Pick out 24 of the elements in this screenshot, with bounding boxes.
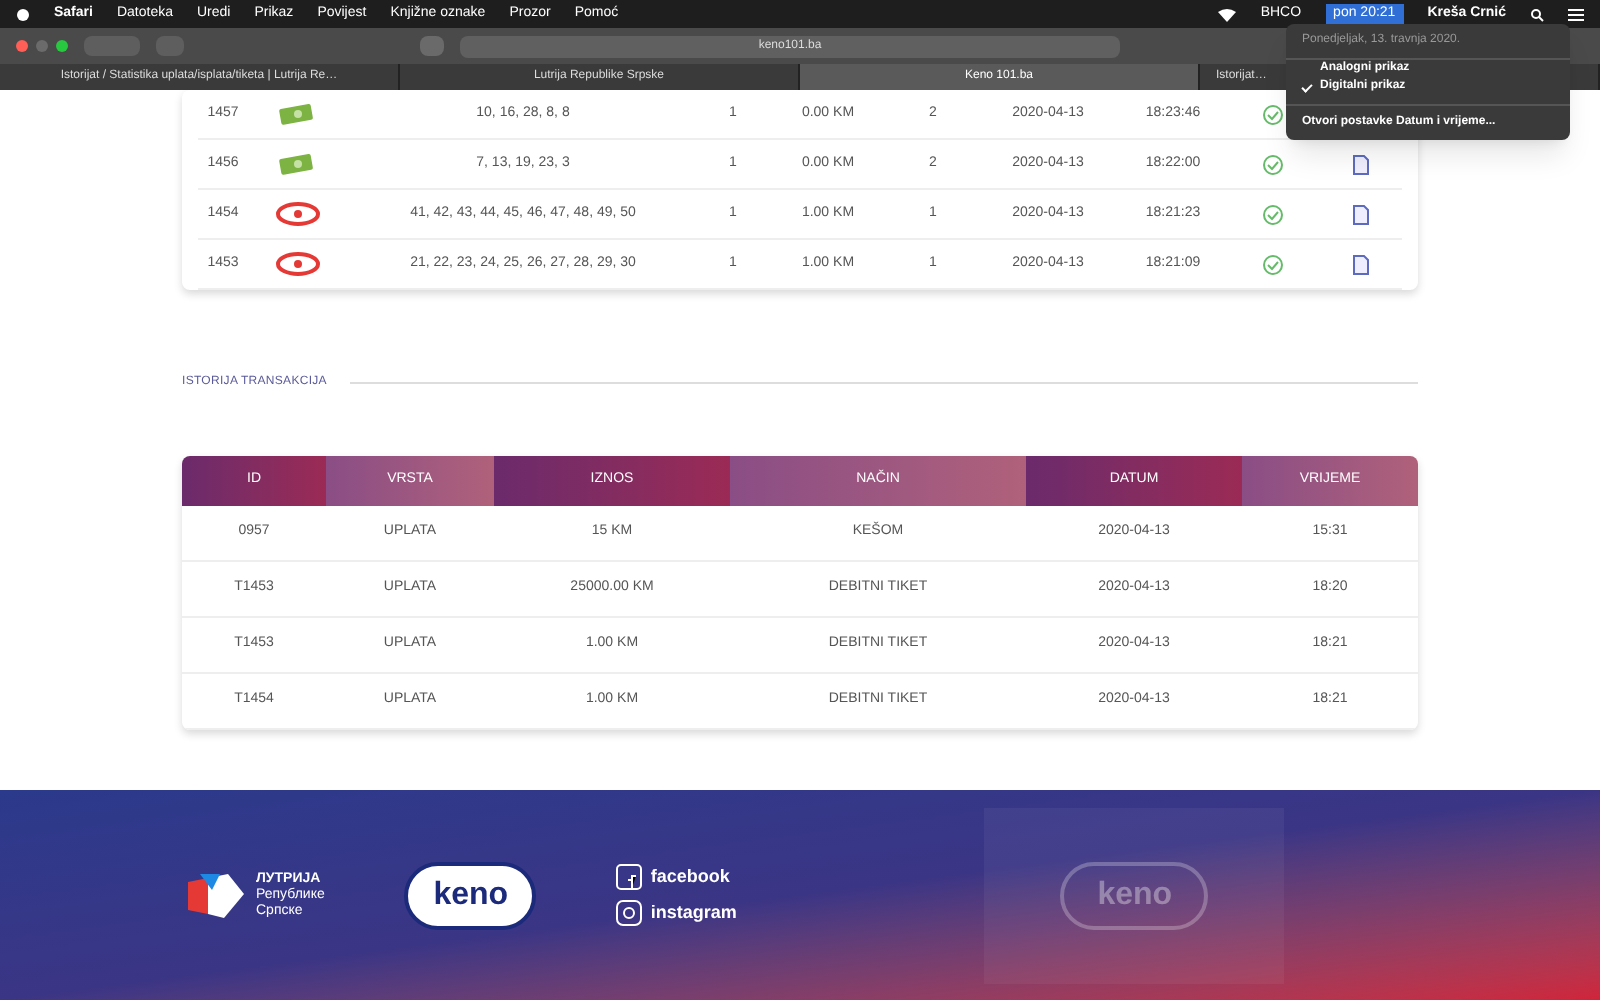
check-circle-icon	[1262, 203, 1284, 225]
wifi-icon[interactable]	[1218, 7, 1237, 21]
cash-icon	[278, 152, 318, 176]
instagram-icon[interactable]	[616, 899, 643, 926]
promo-logo: keno	[1060, 861, 1209, 929]
ticket-logo-icon	[276, 252, 320, 276]
check-circle-icon	[1262, 253, 1284, 275]
lottery-logo-icon	[184, 869, 248, 921]
menu-icon[interactable]	[1568, 7, 1584, 21]
keno-logo[interactable]: keno	[404, 861, 537, 929]
apple-icon[interactable]	[16, 6, 30, 22]
facebook-icon[interactable]	[616, 864, 643, 891]
close-button[interactable]	[16, 40, 28, 52]
social-link[interactable]: instagram	[650, 899, 737, 926]
check-circle-icon	[1262, 153, 1284, 175]
cash-icon	[278, 102, 318, 126]
maximize-button[interactable]	[56, 40, 68, 52]
ticket-logo-icon	[276, 202, 320, 226]
document-icon[interactable]	[1351, 253, 1369, 275]
document-icon[interactable]	[1351, 153, 1369, 175]
social-link[interactable]: facebook	[650, 864, 730, 891]
search-icon[interactable]	[1530, 7, 1544, 21]
check-circle-icon	[1262, 103, 1284, 125]
document-icon[interactable]	[1351, 203, 1369, 225]
